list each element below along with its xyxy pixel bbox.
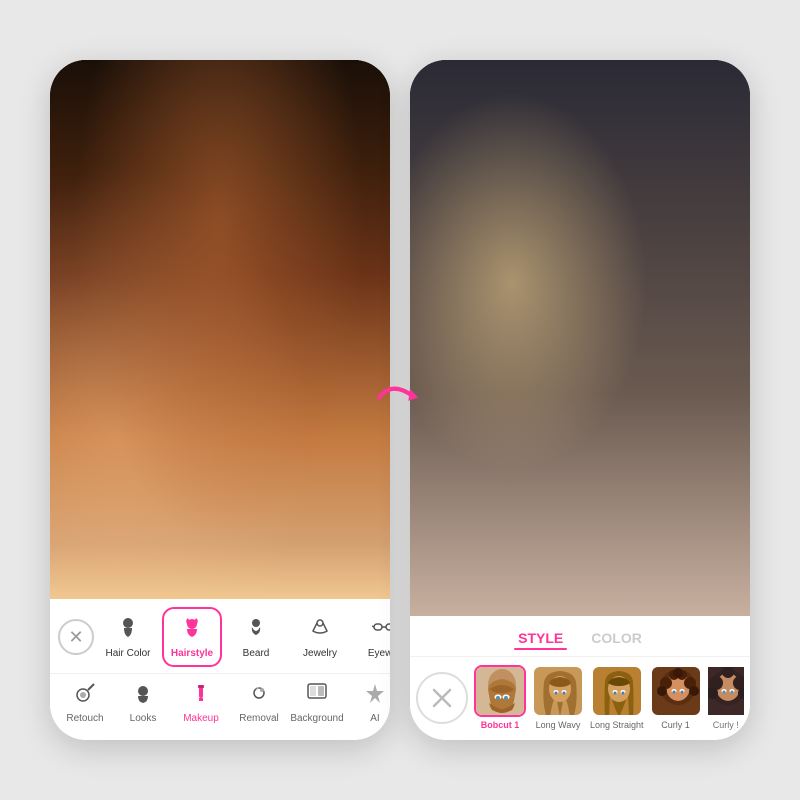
right-toolbar: STYLE COLOR (410, 616, 750, 740)
hairstyle-curly1[interactable]: Curly 1 (650, 665, 702, 730)
right-phone: STYLE COLOR (410, 60, 750, 740)
transition-arrow (375, 373, 425, 428)
jewelry-icon (308, 615, 332, 645)
curly1-thumbnail (650, 665, 702, 717)
curly2-label: Curly ! (713, 720, 739, 730)
tool-hairstyle[interactable]: Hairstyle (162, 607, 222, 667)
longwavy-thumbnail (532, 665, 584, 717)
eyewear-icon (372, 615, 390, 645)
removal-label: Removal (239, 713, 278, 724)
curly2-thumbnail (708, 665, 744, 717)
cancel-button[interactable]: ✕ (58, 619, 94, 655)
hair-color-label: Hair Color (106, 648, 151, 659)
looks-icon (132, 682, 154, 710)
longstraight-label: Long Straight (590, 720, 644, 730)
tool-makeup[interactable]: Makeup (174, 678, 228, 728)
beard-label: Beard (243, 648, 270, 659)
looks-label: Looks (130, 713, 157, 724)
style-color-tab-bar: STYLE COLOR (410, 624, 750, 657)
eyewear-label: Eyew... (368, 648, 390, 659)
arrow-svg (375, 373, 425, 423)
tool-removal[interactable]: Removal (232, 678, 286, 728)
left-phone-image (50, 60, 390, 599)
bobcut1-thumbnail (474, 665, 526, 717)
right-phone-image (410, 60, 750, 616)
bobcut1-label: Bobcut 1 (481, 720, 520, 730)
longstraight-thumbnail (591, 665, 643, 717)
no-style-icon (430, 686, 454, 710)
cancel-icon: ✕ (68, 627, 83, 648)
tool-retouch[interactable]: Retouch (58, 678, 112, 728)
retouch-icon (74, 682, 96, 710)
tool-eyewear[interactable]: Eyew... (354, 609, 390, 665)
tool-background[interactable]: Background (290, 678, 344, 728)
left-toolbar: ✕ Hair Color (50, 599, 390, 740)
tab-style[interactable]: STYLE (514, 628, 567, 648)
tool-looks[interactable]: Looks (116, 678, 170, 728)
ai-label: AI (370, 713, 379, 724)
hair-color-icon (116, 615, 140, 645)
tool-jewelry[interactable]: Jewelry (290, 609, 350, 665)
ai-icon (364, 682, 386, 710)
tool-row-top: ✕ Hair Color (50, 607, 390, 673)
left-phone: ✕ Hair Color (50, 60, 390, 740)
beard-icon (244, 615, 268, 645)
longwavy-label: Long Wavy (536, 720, 581, 730)
background-label: Background (290, 713, 343, 724)
tool-beard[interactable]: Beard (226, 609, 286, 665)
tool-ai[interactable]: AI (348, 678, 390, 728)
tab-color[interactable]: COLOR (587, 628, 646, 648)
makeup-label: Makeup (183, 713, 219, 724)
hairstyle-bobcut1[interactable]: Bobcut 1 (474, 665, 526, 730)
makeup-icon (190, 682, 212, 710)
jewelry-label: Jewelry (303, 648, 337, 659)
tool-hair-color[interactable]: Hair Color (98, 609, 158, 665)
no-style-button[interactable] (416, 672, 468, 724)
removal-icon (248, 682, 270, 710)
tool-row-bottom: Retouch Looks (50, 673, 390, 736)
hairstyle-label: Hairstyle (171, 648, 213, 659)
main-scene: ✕ Hair Color (0, 0, 800, 800)
hairstyle-thumbnail-row: Bobcut 1 (410, 657, 750, 736)
curly1-label: Curly 1 (661, 720, 690, 730)
background-icon (306, 682, 328, 710)
retouch-label: Retouch (66, 713, 103, 724)
hairstyle-icon (180, 615, 204, 645)
hairstyle-curly2[interactable]: Curly ! (708, 665, 744, 730)
hairstyle-longwavy[interactable]: Long Wavy (532, 665, 584, 730)
hairstyle-longstraight[interactable]: Long Straight (590, 665, 644, 730)
